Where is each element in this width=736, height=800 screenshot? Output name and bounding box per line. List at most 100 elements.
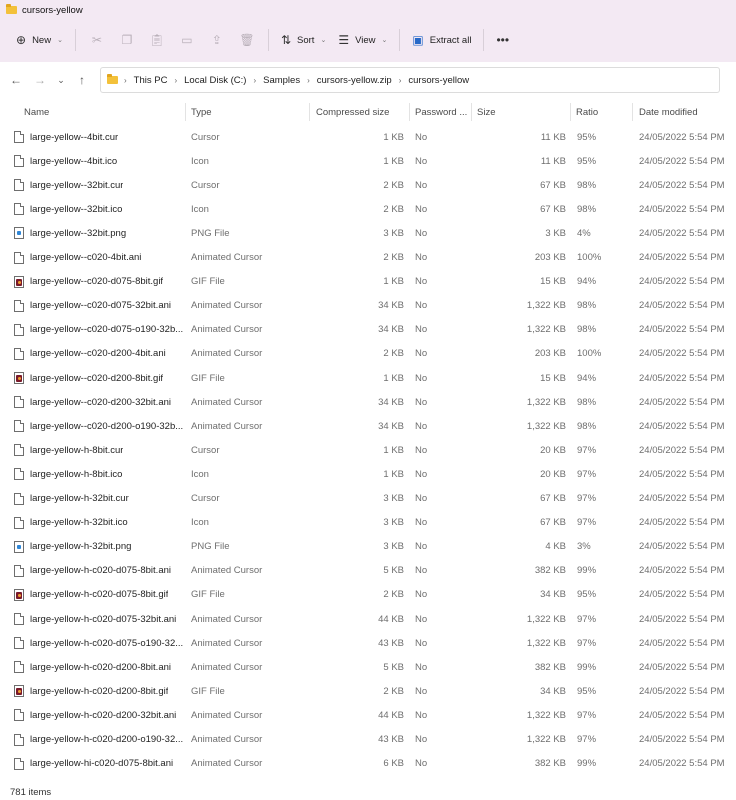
table-row[interactable]: large-yellow-hi-c020-d075-8bit.ani Animat… <box>0 752 736 776</box>
table-row[interactable]: large-yellow-h-8bit.cur Cursor 1 KB No 20 KB… <box>0 438 736 462</box>
table-row[interactable]: large-yellow--c020-d075-o190-32b... Anima… <box>0 318 736 342</box>
cell-ratio: 98% <box>577 203 597 215</box>
table-row[interactable]: large-yellow--4bit.ico Icon 1 KB No 11 KB 95%… <box>0 149 736 173</box>
recent-locations-button[interactable]: ⌄ <box>52 68 70 92</box>
window-title: cursors-yellow <box>22 4 83 16</box>
new-button[interactable]: ⊕ New ⌄ <box>10 27 69 53</box>
column-header-name[interactable]: ^ Name <box>20 100 186 124</box>
view-button[interactable]: ☰ View ⌄ <box>332 27 393 53</box>
cell-date: 24/05/2022 5:54 PM <box>639 734 725 745</box>
table-row[interactable]: large-yellow--32bit.cur Cursor 2 KB No 67 KB… <box>0 173 736 197</box>
cell-name: large-yellow--c020-4bit.ani <box>14 246 186 270</box>
table-row[interactable]: large-yellow--32bit.png PNG File 3 KB No 3 K… <box>0 221 736 245</box>
trash-icon: 🗑︎ <box>239 33 255 47</box>
cell-compressed: 2 KB <box>383 589 404 601</box>
breadcrumb-this-pc[interactable]: This PC <box>134 75 168 86</box>
table-row[interactable]: large-yellow--c020-4bit.ani Animated Curs… <box>0 246 736 270</box>
cell-name: large-yellow-h-c020-d075-32bit.ani <box>14 607 186 631</box>
column-header-password[interactable]: Password ... <box>411 100 472 124</box>
cell-date: 24/05/2022 5:54 PM <box>639 155 725 167</box>
cell-password: No <box>415 661 428 673</box>
table-row[interactable]: large-yellow--c020-d200-4bit.ani Animated… <box>0 342 736 366</box>
cell-password: No <box>415 517 428 529</box>
forward-button[interactable]: → <box>28 68 52 92</box>
cell-compressed: 3 KB <box>383 227 404 239</box>
cell-type: Animated Cursor <box>191 637 263 649</box>
delete-button[interactable]: 🗑︎ <box>232 27 262 53</box>
copy-button[interactable]: ❐ <box>112 27 142 53</box>
table-row[interactable]: large-yellow-h-c020-d075-8bit.gif GIF Fil… <box>0 583 736 607</box>
table-row[interactable]: large-yellow-h-c020-d075-32bit.ani Animat… <box>0 607 736 631</box>
cell-type: Animated Cursor <box>191 396 263 408</box>
file-icon <box>14 492 24 505</box>
cell-type: GIF File <box>191 589 225 601</box>
cell-date: 24/05/2022 5:54 PM <box>639 661 725 673</box>
table-row[interactable]: large-yellow--c020-d200-32bit.ani Animate… <box>0 390 736 414</box>
column-divider[interactable] <box>309 103 310 121</box>
table-row[interactable]: large-yellow-h-c020-d200-8bit.ani Animate… <box>0 655 736 679</box>
table-row[interactable]: large-yellow--4bit.cur Cursor 1 KB No 11 KB 9… <box>0 125 736 149</box>
breadcrumb-current[interactable]: cursors-yellow <box>408 75 469 86</box>
breadcrumb-zip[interactable]: cursors-yellow.zip <box>317 75 392 86</box>
column-header-ratio[interactable]: Ratio <box>572 100 633 124</box>
share-button[interactable]: ⇪ <box>202 27 232 53</box>
table-row[interactable]: large-yellow-h-c020-d075-8bit.ani Animate… <box>0 559 736 583</box>
column-header-name-label: Name <box>24 106 50 118</box>
column-divider[interactable] <box>185 103 186 121</box>
table-row[interactable]: large-yellow-h-c020-d075-o190-32... Anima… <box>0 631 736 655</box>
table-row[interactable]: large-yellow-h-32bit.ico Icon 3 KB No 67 KB 9… <box>0 511 736 535</box>
cell-compressed: 34 KB <box>378 396 404 408</box>
cell-type: Animated Cursor <box>191 565 263 577</box>
cell-compressed: 2 KB <box>383 179 404 191</box>
copy-icon: ❐ <box>121 33 133 47</box>
column-header-date-label: Date modified <box>639 106 698 118</box>
paste-button[interactable]: 📋︎ <box>142 27 172 53</box>
more-options-button[interactable]: ••• <box>490 27 515 53</box>
column-header-compressed-size[interactable]: Compressed size <box>312 100 410 124</box>
column-header-type[interactable]: Type <box>187 100 310 124</box>
cell-size: 1,322 KB <box>526 300 566 312</box>
table-row[interactable]: large-yellow--c020-d200-o190-32b... Anima… <box>0 414 736 438</box>
table-row[interactable]: large-yellow-h-c020-d200-32bit.ani Animat… <box>0 703 736 727</box>
breadcrumb-local-disk[interactable]: Local Disk (C:) <box>184 75 246 86</box>
table-row[interactable]: large-yellow--c020-d200-8bit.gif GIF File… <box>0 366 736 390</box>
rename-button[interactable]: ▭ <box>172 27 202 53</box>
file-name: large-yellow-h-c020-d075-32bit.ani <box>30 613 177 625</box>
table-row[interactable]: large-yellow-h-c020-d200-8bit.gif GIF Fil… <box>0 679 736 703</box>
cell-password: No <box>415 252 428 263</box>
extract-all-button[interactable]: ▣ Extract all <box>406 27 477 53</box>
sort-button[interactable]: ⇅ Sort ⌄ <box>275 27 332 53</box>
file-name: large-yellow--32bit.png <box>30 227 127 239</box>
table-row[interactable]: large-yellow-h-c020-d200-o190-32... Anima… <box>0 728 736 752</box>
back-button[interactable]: ← <box>4 68 28 92</box>
title-bar: cursors-yellow <box>0 0 736 20</box>
table-row[interactable]: large-yellow-h-8bit.ico Icon 1 KB No 20 KB 97… <box>0 462 736 486</box>
cell-password: No <box>415 589 428 601</box>
cell-size: 15 KB <box>540 372 566 384</box>
cell-ratio: 97% <box>577 637 597 649</box>
breadcrumb-samples[interactable]: Samples <box>263 75 300 86</box>
extract-icon: ▣ <box>412 33 424 47</box>
cell-compressed: 3 KB <box>383 541 404 553</box>
cell-date: 24/05/2022 5:54 PM <box>639 131 725 143</box>
command-bar: ⊕ New ⌄ ✂ ❐ 📋︎ ▭ ⇪ 🗑︎ ⇅ Sort ⌄ ☰ View ⌄ … <box>0 20 736 60</box>
cut-button[interactable]: ✂ <box>82 27 112 53</box>
file-name: large-yellow-h-32bit.png <box>30 541 132 553</box>
column-divider[interactable] <box>570 103 571 121</box>
file-name: large-yellow-h-32bit.cur <box>30 493 129 504</box>
column-divider[interactable] <box>632 103 633 121</box>
column-header-date-modified[interactable]: Date modified <box>635 100 736 124</box>
up-button[interactable]: ↑ <box>70 68 94 92</box>
table-row[interactable]: large-yellow-h-32bit.cur Cursor 3 KB No 67 K… <box>0 487 736 511</box>
table-row[interactable]: large-yellow-h-32bit.png PNG File 3 KB No 4 … <box>0 535 736 559</box>
table-row[interactable]: large-yellow--32bit.ico Icon 2 KB No 67 KB 98… <box>0 197 736 221</box>
file-icon <box>14 564 24 577</box>
column-divider[interactable] <box>471 103 472 121</box>
column-header-size[interactable]: Size <box>473 100 571 124</box>
cell-type: GIF File <box>191 685 225 697</box>
column-divider[interactable] <box>409 103 410 121</box>
table-row[interactable]: large-yellow--c020-d075-8bit.gif GIF File… <box>0 270 736 294</box>
table-row[interactable]: large-yellow--c020-d075-32bit.ani Animate… <box>0 294 736 318</box>
address-bar[interactable]: › This PC › Local Disk (C:) › Samples › … <box>100 67 720 93</box>
cell-type: GIF File <box>191 372 225 384</box>
